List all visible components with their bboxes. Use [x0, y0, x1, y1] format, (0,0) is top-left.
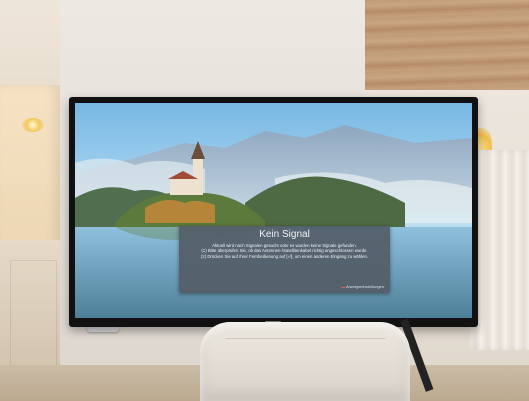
settings-link[interactable]: ▬ Anzeigeeinstellungen: [341, 284, 384, 289]
tv-screen: Kein Signal Aktuell wird nach Signalen g…: [75, 103, 472, 318]
settings-link-label: Anzeigeeinstellungen: [345, 284, 384, 289]
room-scene: Kein Signal Aktuell wird nach Signalen g…: [0, 0, 529, 401]
tv: Kein Signal Aktuell wird nach Signalen g…: [69, 97, 478, 327]
autumn-trees: [145, 199, 215, 223]
seat-headrest: [200, 322, 410, 401]
seat-seam: [225, 338, 385, 339]
wood-panel: [365, 0, 529, 90]
church: [170, 179, 196, 195]
settings-icon: ▬: [341, 284, 346, 289]
left-alcove: [0, 85, 60, 265]
dialog-title: Kein Signal: [259, 229, 310, 240]
church-tower: [193, 159, 203, 195]
no-signal-dialog: Kein Signal Aktuell wird nach Signalen g…: [179, 226, 390, 293]
curtain: [470, 150, 529, 350]
ceiling-lamp: [22, 118, 44, 132]
dialog-line-3: (2) Drücken Sie auf Ihrer Fernbedienung …: [200, 253, 369, 259]
